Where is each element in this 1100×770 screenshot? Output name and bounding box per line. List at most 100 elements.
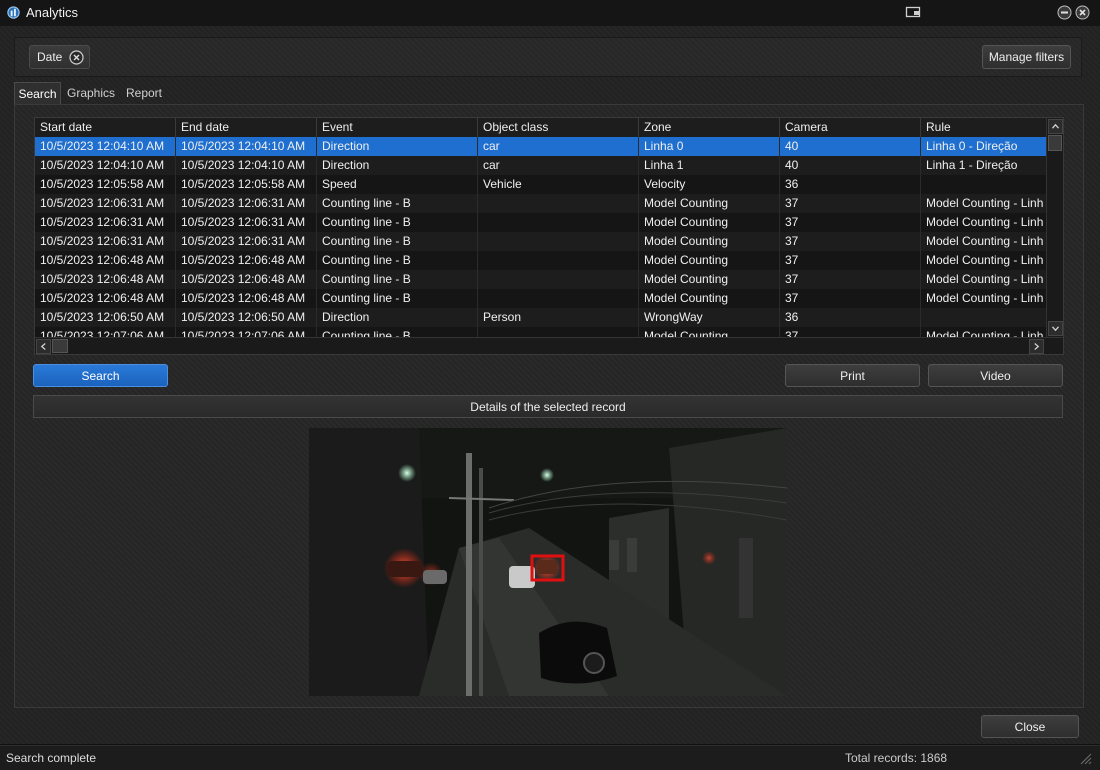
cell-zone: Linha 0 xyxy=(639,137,780,156)
cell-object-class xyxy=(478,289,639,308)
cell-end-date: 10/5/2023 12:05:58 AM xyxy=(176,175,317,194)
scroll-left-icon[interactable] xyxy=(36,339,51,354)
analytics-app-icon xyxy=(7,6,20,19)
total-records: Total records: 1868 xyxy=(845,751,948,765)
manage-filters-button[interactable]: Manage filters xyxy=(982,45,1071,69)
cell-camera: 36 xyxy=(780,308,921,327)
column-header-rule[interactable]: Rule xyxy=(921,118,1047,137)
scroll-down-icon[interactable] xyxy=(1048,321,1063,336)
cell-camera: 37 xyxy=(780,251,921,270)
cell-event: Counting line - B xyxy=(317,251,478,270)
cell-event: Counting line - B xyxy=(317,270,478,289)
cell-zone: Model Counting xyxy=(639,251,780,270)
status-bar: Search complete Total records: 1868 xyxy=(0,745,1100,770)
table-row[interactable]: 10/5/2023 12:05:58 AM 10/5/2023 12:05:58 … xyxy=(35,175,1047,194)
cell-camera: 37 xyxy=(780,232,921,251)
vertical-scrollbar[interactable] xyxy=(1046,118,1063,338)
cell-start-date: 10/5/2023 12:06:48 AM xyxy=(35,270,176,289)
table-row[interactable]: 10/5/2023 12:06:48 AM 10/5/2023 12:06:48 … xyxy=(35,289,1047,308)
cell-rule: Model Counting - Linh xyxy=(921,251,1047,270)
cell-object-class xyxy=(478,213,639,232)
cell-camera: 36 xyxy=(780,175,921,194)
cell-end-date: 10/5/2023 12:06:48 AM xyxy=(176,270,317,289)
table-row-selected[interactable]: 10/5/2023 12:04:10 AM 10/5/2023 12:04:10 … xyxy=(35,137,1047,156)
scroll-up-icon[interactable] xyxy=(1048,119,1063,134)
cell-rule: Model Counting - Linh xyxy=(921,194,1047,213)
cell-camera: 40 xyxy=(780,137,921,156)
cell-object-class xyxy=(478,251,639,270)
print-button[interactable]: Print xyxy=(785,364,920,387)
cell-zone: Model Counting xyxy=(639,213,780,232)
column-header-end-date[interactable]: End date xyxy=(176,118,317,137)
search-button[interactable]: Search xyxy=(33,364,168,387)
cell-start-date: 10/5/2023 12:06:50 AM xyxy=(35,308,176,327)
cell-zone: Linha 1 xyxy=(639,156,780,175)
cell-event: Counting line - B xyxy=(317,232,478,251)
table-row[interactable]: 10/5/2023 12:06:31 AM 10/5/2023 12:06:31 … xyxy=(35,194,1047,213)
table-row[interactable]: 10/5/2023 12:06:31 AM 10/5/2023 12:06:31 … xyxy=(35,232,1047,251)
cell-camera: 40 xyxy=(780,156,921,175)
cell-zone: Model Counting xyxy=(639,232,780,251)
cell-start-date: 10/5/2023 12:06:31 AM xyxy=(35,232,176,251)
cell-event: Counting line - B xyxy=(317,213,478,232)
filter-bar: Date Manage filters xyxy=(14,37,1082,77)
cell-rule: Model Counting - Linh xyxy=(921,232,1047,251)
cell-object-class: car xyxy=(478,156,639,175)
tab-search[interactable]: Search xyxy=(14,82,61,104)
cell-event: Counting line - B xyxy=(317,289,478,308)
cell-camera: 37 xyxy=(780,213,921,232)
tab-graphics[interactable]: Graphics xyxy=(63,82,119,104)
cell-event: Speed xyxy=(317,175,478,194)
cell-end-date: 10/5/2023 12:06:48 AM xyxy=(176,289,317,308)
minimize-icon[interactable] xyxy=(1057,5,1072,20)
filter-chip-date[interactable]: Date xyxy=(29,45,90,69)
table-header: Start date End date Event Object class Z… xyxy=(35,118,1047,137)
cell-zone: Velocity xyxy=(639,175,780,194)
cell-start-date: 10/5/2023 12:06:48 AM xyxy=(35,289,176,308)
details-header: Details of the selected record xyxy=(33,395,1063,418)
cell-event: Counting line - B xyxy=(317,194,478,213)
table-row[interactable]: 10/5/2023 12:06:50 AM 10/5/2023 12:06:50 … xyxy=(35,308,1047,327)
cell-camera: 37 xyxy=(780,289,921,308)
column-header-object-class[interactable]: Object class xyxy=(478,118,639,137)
cell-start-date: 10/5/2023 12:06:31 AM xyxy=(35,194,176,213)
title-bar: Analytics xyxy=(0,0,1100,26)
resize-grip-icon[interactable] xyxy=(1079,752,1092,765)
table-row[interactable]: 10/5/2023 12:06:48 AM 10/5/2023 12:06:48 … xyxy=(35,251,1047,270)
column-header-zone[interactable]: Zone xyxy=(639,118,780,137)
table-row[interactable]: 10/5/2023 12:06:48 AM 10/5/2023 12:06:48 … xyxy=(35,270,1047,289)
cell-rule: Model Counting - Linh xyxy=(921,270,1047,289)
cell-rule: Model Counting - Linh xyxy=(921,213,1047,232)
cell-start-date: 10/5/2023 12:05:58 AM xyxy=(35,175,176,194)
table-body: 10/5/2023 12:04:10 AM 10/5/2023 12:04:10 … xyxy=(35,137,1047,338)
cell-zone: Model Counting xyxy=(639,270,780,289)
window-title: Analytics xyxy=(26,5,79,20)
cell-start-date: 10/5/2023 12:06:31 AM xyxy=(35,213,176,232)
horizontal-scroll-thumb[interactable] xyxy=(52,339,68,353)
close-button[interactable]: Close xyxy=(981,715,1079,738)
restore-monitor-icon[interactable] xyxy=(905,5,922,20)
column-header-start-date[interactable]: Start date xyxy=(35,118,176,137)
cell-event: Direction xyxy=(317,156,478,175)
cell-object-class xyxy=(478,194,639,213)
cell-object-class xyxy=(478,232,639,251)
vertical-scroll-thumb[interactable] xyxy=(1048,135,1062,151)
column-header-event[interactable]: Event xyxy=(317,118,478,137)
cell-end-date: 10/5/2023 12:06:31 AM xyxy=(176,232,317,251)
filter-chip-label: Date xyxy=(37,50,63,64)
tab-report[interactable]: Report xyxy=(121,82,167,104)
cell-rule xyxy=(921,175,1047,194)
scroll-right-icon[interactable] xyxy=(1029,339,1044,354)
close-icon[interactable] xyxy=(1075,5,1090,20)
table-row[interactable]: 10/5/2023 12:04:10 AM 10/5/2023 12:04:10 … xyxy=(35,156,1047,175)
horizontal-scrollbar[interactable] xyxy=(35,337,1063,354)
remove-filter-icon[interactable] xyxy=(69,50,84,65)
cell-rule: Linha 0 - Direção xyxy=(921,137,1047,156)
status-message: Search complete xyxy=(6,751,97,765)
cell-end-date: 10/5/2023 12:06:31 AM xyxy=(176,213,317,232)
table-row[interactable]: 10/5/2023 12:06:31 AM 10/5/2023 12:06:31 … xyxy=(35,213,1047,232)
cell-rule: Linha 1 - Direção xyxy=(921,156,1047,175)
video-button[interactable]: Video xyxy=(928,364,1063,387)
results-table[interactable]: Start date End date Event Object class Z… xyxy=(34,117,1064,355)
column-header-camera[interactable]: Camera xyxy=(780,118,921,137)
